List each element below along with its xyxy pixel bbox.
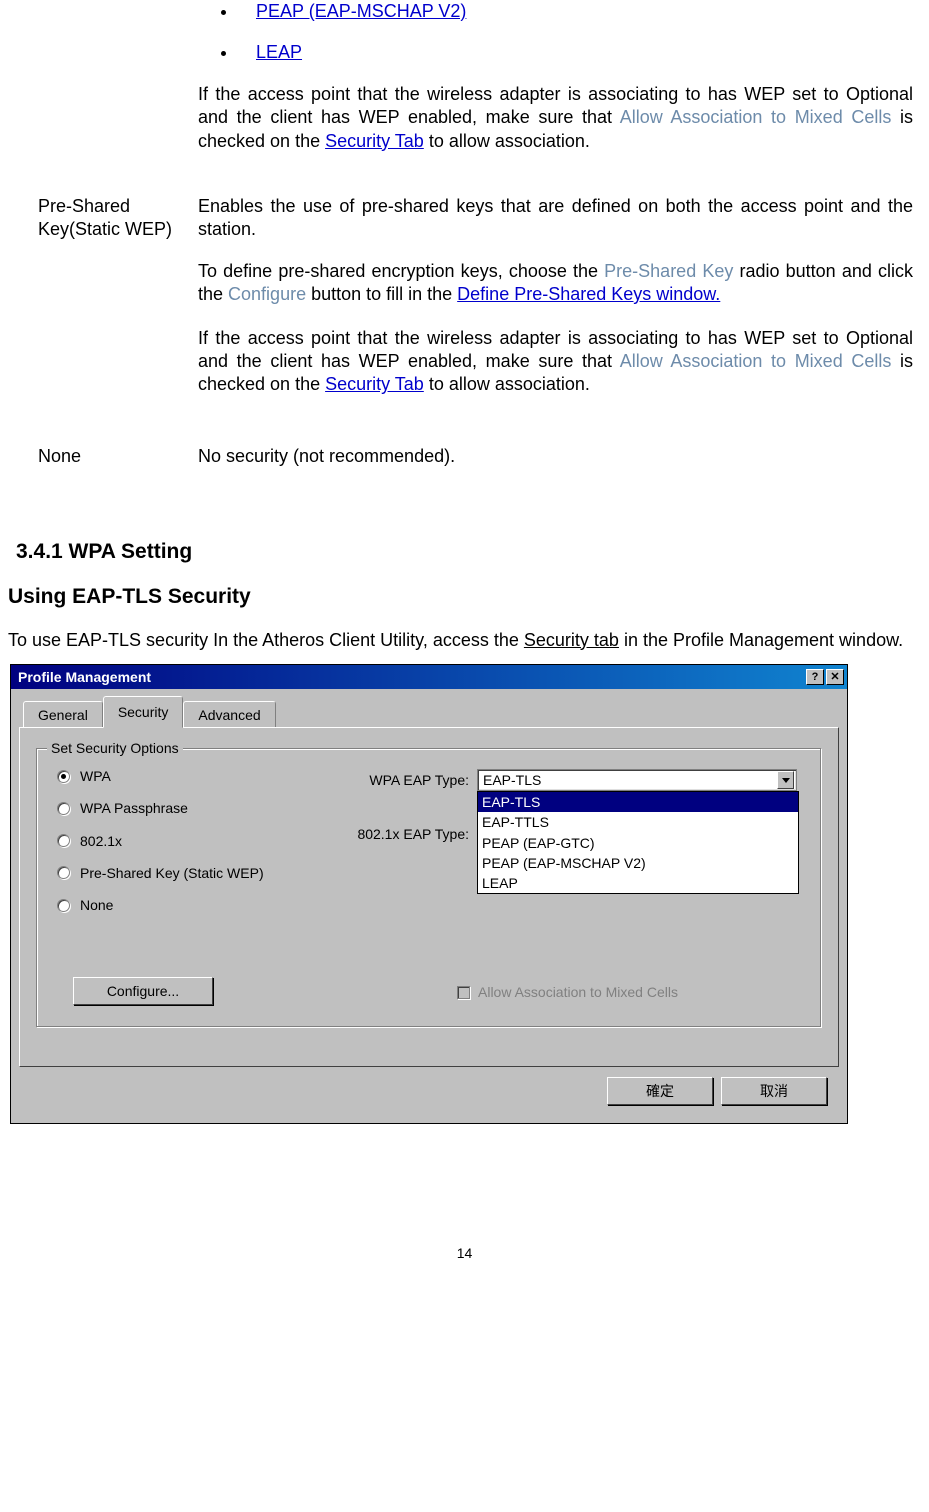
heading-3-4-1: 3.4.1 WPA Setting bbox=[16, 538, 921, 565]
allow-mixed-cells-checkbox: Allow Association to Mixed Cells bbox=[457, 983, 678, 1001]
text-allow-mixed: Allow Association to Mixed Cells bbox=[620, 107, 892, 127]
psk-note-paragraph: If the access point that the wireless ad… bbox=[198, 327, 913, 397]
tab-general[interactable]: General bbox=[23, 701, 103, 728]
checkbox-icon bbox=[457, 986, 470, 999]
label-wpa-eap-type: WPA EAP Type: bbox=[337, 771, 477, 789]
psk-p1: Enables the use of pre-shared keys that … bbox=[198, 195, 913, 242]
label-8021x-eap-type: 802.1x EAP Type: bbox=[337, 825, 477, 843]
link-peap[interactable]: PEAP (EAP-MSCHAP V2) bbox=[256, 1, 466, 21]
dropdown-option[interactable]: EAP-TTLS bbox=[478, 812, 798, 832]
set-security-options-group: Set Security Options WPA WPA Passphrase … bbox=[36, 748, 822, 1028]
dialog-title: Profile Management bbox=[14, 668, 804, 686]
psk-p2: To define pre-shared encryption keys, ch… bbox=[198, 260, 913, 307]
row-label-psk: Pre-Shared Key(Static WEP) bbox=[8, 195, 178, 415]
cancel-button[interactable]: 取消 bbox=[721, 1077, 827, 1105]
radio-icon bbox=[57, 834, 70, 847]
tab-strip: General Security Advanced bbox=[19, 695, 839, 727]
dropdown-option[interactable]: PEAP (EAP-GTC) bbox=[478, 833, 798, 853]
link-security-tab-3[interactable]: Security tab bbox=[524, 630, 619, 650]
groupbox-title: Set Security Options bbox=[47, 739, 183, 757]
tab-advanced[interactable]: Advanced bbox=[183, 701, 275, 728]
profile-management-dialog: Profile Management ? ✕ General Security … bbox=[10, 664, 848, 1124]
radio-icon bbox=[57, 802, 70, 815]
radio-none[interactable]: None bbox=[57, 896, 803, 914]
close-button[interactable]: ✕ bbox=[826, 669, 844, 685]
wpa-note-paragraph: If the access point that the wireless ad… bbox=[198, 83, 913, 153]
text-allow-mixed-2: Allow Association to Mixed Cells bbox=[620, 351, 892, 371]
ok-button[interactable]: 確定 bbox=[607, 1077, 713, 1105]
row-label-none: None bbox=[8, 445, 178, 468]
radio-icon bbox=[57, 866, 70, 879]
combo-wpa-eap-type[interactable]: EAP-TLS bbox=[477, 769, 797, 791]
intro-paragraph: To use EAP-TLS security In the Atheros C… bbox=[8, 629, 913, 652]
eap-type-dropdown-list[interactable]: EAP-TLS EAP-TTLS PEAP (EAP-GTC) PEAP (EA… bbox=[477, 791, 799, 894]
radio-icon bbox=[57, 899, 70, 912]
link-security-tab-2[interactable]: Security Tab bbox=[325, 374, 424, 394]
radio-icon bbox=[57, 770, 70, 783]
dialog-titlebar: Profile Management ? ✕ bbox=[11, 665, 847, 689]
chevron-down-icon[interactable] bbox=[777, 771, 794, 789]
link-leap[interactable]: LEAP bbox=[256, 42, 302, 62]
protocol-links-list: PEAP (EAP-MSCHAP V2) LEAP bbox=[198, 0, 913, 65]
text-pre-shared-key: Pre-Shared Key bbox=[604, 261, 733, 281]
heading-eap-tls: Using EAP-TLS Security bbox=[8, 583, 921, 610]
tab-security[interactable]: Security bbox=[103, 696, 184, 728]
help-button[interactable]: ? bbox=[806, 669, 824, 685]
text-configure: Configure bbox=[228, 284, 306, 304]
configure-button[interactable]: Configure... bbox=[73, 977, 213, 1005]
link-define-psk-window[interactable]: Define Pre-Shared Keys window. bbox=[457, 284, 720, 304]
dropdown-option[interactable]: LEAP bbox=[478, 873, 798, 893]
dropdown-option[interactable]: PEAP (EAP-MSCHAP V2) bbox=[478, 853, 798, 873]
page-number: 14 bbox=[8, 1244, 921, 1262]
link-security-tab-1[interactable]: Security Tab bbox=[325, 131, 424, 151]
dropdown-option[interactable]: EAP-TLS bbox=[478, 792, 798, 812]
none-desc: No security (not recommended). bbox=[198, 445, 921, 468]
